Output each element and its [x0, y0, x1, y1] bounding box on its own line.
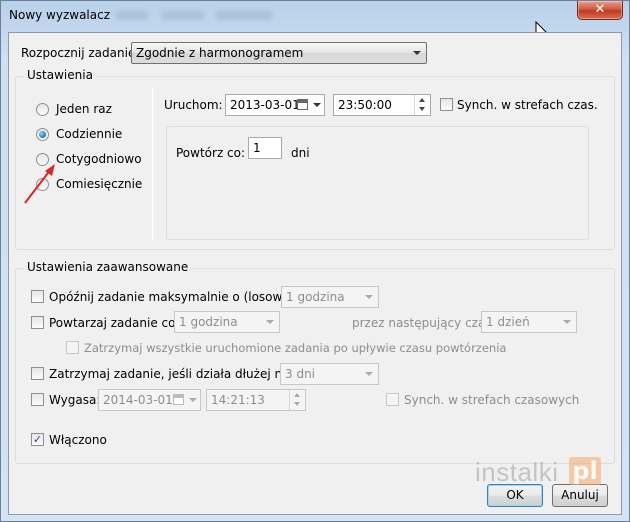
- repeat-every-label: Powtórz co:: [176, 146, 246, 160]
- repeat-unit-label: dni: [291, 146, 310, 160]
- sync-timezones-label[interactable]: Synch. w strefach czas.: [457, 98, 598, 112]
- start-task-label: Rozpocznij zadanie:: [21, 46, 140, 60]
- expire-sync-checkbox[interactable]: [386, 393, 399, 406]
- spinner-buttons[interactable]: [289, 390, 305, 410]
- title-bar-blur: [161, 11, 205, 20]
- stop-if-longer-dropdown[interactable]: 3 dni: [280, 363, 379, 385]
- close-icon: ✕: [594, 2, 606, 17]
- radio-once[interactable]: [36, 103, 49, 116]
- stop-if-longer-value: 3 dni: [285, 367, 316, 381]
- repeat-every-input[interactable]: 1: [248, 137, 282, 159]
- for-duration-label: przez następujący czas:: [352, 316, 496, 330]
- start-label: Uruchom:: [164, 98, 223, 112]
- stop-all-label[interactable]: Zatrzymaj wszystkie uruchomione zadania …: [84, 341, 506, 355]
- vertical-separator: [152, 88, 153, 240]
- radio-monthly-label[interactable]: Comiesięcznie: [56, 177, 142, 191]
- sync-timezones-checkbox[interactable]: [440, 98, 453, 111]
- chevron-down-icon: [313, 103, 321, 107]
- spin-down-icon[interactable]: [294, 402, 300, 406]
- chevron-down-icon: [266, 320, 274, 324]
- start-time-value: 23:50:00: [338, 98, 392, 112]
- spinner-buttons[interactable]: [414, 95, 430, 115]
- repeat-task-checkbox[interactable]: [31, 316, 44, 329]
- expire-sync-label[interactable]: Synch. w strefach czasowych: [404, 393, 579, 407]
- dialog-client-area: Rozpocznij zadanie: Zgodnie z harmonogra…: [8, 32, 622, 515]
- repeat-every-value: 1: [253, 141, 261, 155]
- red-arrow-icon: [24, 164, 55, 204]
- start-task-value: Zgodnie z harmonogramem: [136, 46, 304, 60]
- calendar-icon: [173, 394, 184, 405]
- cancel-button[interactable]: Anuluj: [552, 484, 608, 507]
- for-duration-value: 1 dzień: [486, 315, 530, 329]
- chevron-down-icon: [365, 295, 373, 299]
- calendar-icon: [297, 99, 308, 110]
- start-task-dropdown[interactable]: Zgodnie z harmonogramem: [131, 42, 427, 64]
- dialog-window: Nowy wyzwalacz ✕ Rozpocznij zadanie: Zgo…: [0, 0, 630, 522]
- chevron-down-icon: [189, 398, 197, 402]
- watermark-logo: instalki pl: [469, 455, 603, 487]
- enabled-checkbox[interactable]: ✓: [31, 433, 44, 446]
- title-bar[interactable]: Nowy wyzwalacz ✕: [1, 1, 629, 42]
- spin-up-icon[interactable]: [294, 393, 300, 397]
- start-date-picker[interactable]: 2013-03-01: [225, 94, 325, 116]
- for-duration-dropdown[interactable]: 1 dzień: [481, 311, 577, 333]
- watermark-badge: pl: [569, 457, 601, 485]
- repeat-task-value: 1 godzina: [179, 315, 238, 329]
- chevron-down-icon: [365, 372, 373, 376]
- delay-checkbox[interactable]: [31, 290, 44, 303]
- checkmark-icon: ✓: [32, 433, 43, 446]
- expire-checkbox[interactable]: [31, 393, 44, 406]
- settings-group-title: Ustawienia: [24, 68, 96, 82]
- expire-time-value: 14:21:13: [211, 393, 265, 407]
- advanced-group-title: Ustawienia zaawansowane: [24, 260, 192, 274]
- title-bar-blur: [115, 11, 149, 20]
- repeat-task-label[interactable]: Powtarzaj zadanie co:: [49, 316, 180, 330]
- stop-all-checkbox[interactable]: [66, 341, 79, 354]
- radio-daily-label[interactable]: Codziennie: [56, 127, 122, 141]
- stop-if-longer-checkbox[interactable]: [31, 367, 44, 380]
- stop-if-longer-label[interactable]: Zatrzymaj zadanie, jeśli działa dłużej n…: [49, 367, 296, 381]
- spin-up-icon[interactable]: [419, 98, 425, 102]
- spin-down-icon[interactable]: [419, 107, 425, 111]
- radio-daily[interactable]: [36, 128, 49, 141]
- repeat-task-dropdown[interactable]: 1 godzina: [174, 311, 280, 333]
- expire-date-picker[interactable]: 2014-03-01: [98, 389, 201, 411]
- expire-date-value: 2014-03-01: [103, 393, 173, 407]
- expire-time-spinner[interactable]: 14:21:13: [206, 389, 306, 411]
- start-time-spinner[interactable]: 23:50:00: [333, 94, 431, 116]
- delay-label[interactable]: Opóźnij zadanie maksymalnie o (losowe):: [49, 290, 298, 304]
- start-date-value: 2013-03-01: [230, 98, 300, 112]
- chevron-down-icon: [563, 320, 571, 324]
- radio-weekly-label[interactable]: Cotygodniowo: [56, 152, 142, 166]
- delay-value: 1 godzina: [286, 290, 345, 304]
- radio-once-label[interactable]: Jeden raz: [56, 102, 112, 116]
- repeat-panel: [166, 126, 589, 240]
- delay-dropdown[interactable]: 1 godzina: [281, 286, 379, 308]
- title-bar-blur: [215, 11, 273, 20]
- expire-label[interactable]: Wygasa:: [49, 393, 100, 407]
- enabled-label[interactable]: Włączono: [49, 433, 107, 447]
- close-button[interactable]: ✕: [577, 1, 623, 20]
- window-title: Nowy wyzwalacz: [9, 8, 111, 22]
- chevron-down-icon: [413, 51, 421, 55]
- watermark-text: instalki: [475, 457, 559, 487]
